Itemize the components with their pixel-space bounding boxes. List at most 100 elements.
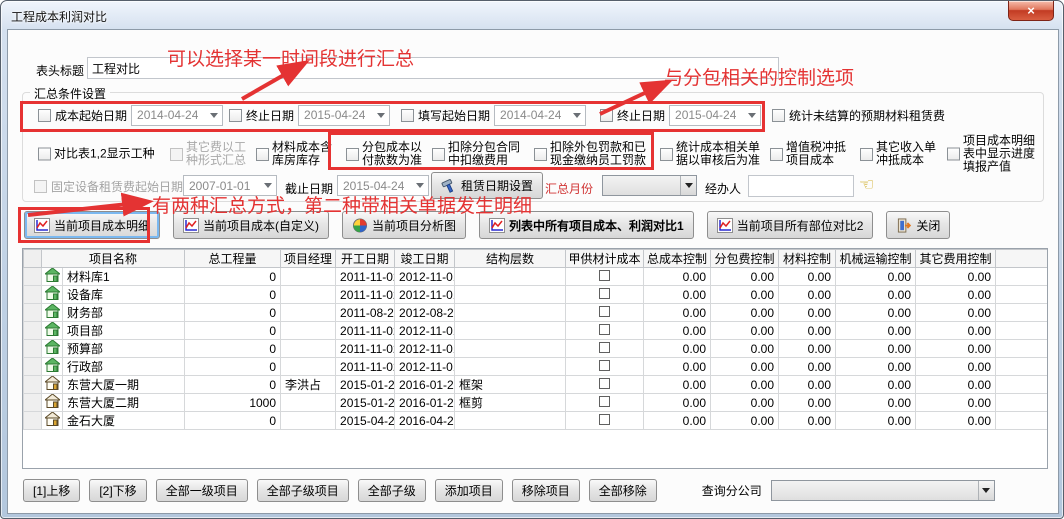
footer-button[interactable]: 添加项目 [435, 479, 503, 502]
footer-button[interactable]: [1]上移 [23, 479, 80, 502]
checkbox[interactable] [256, 148, 269, 161]
structure-cell [455, 286, 566, 304]
project-manager-cell: 李洪占 [281, 376, 336, 394]
checkbox[interactable] [772, 109, 785, 122]
control-value-cell: 0.00 [916, 376, 996, 394]
checkbox[interactable] [599, 306, 610, 317]
row-selector[interactable] [24, 376, 42, 394]
date-dropdown[interactable]: 2015-04-24 [669, 105, 761, 126]
footer-button[interactable]: 移除项目 [512, 479, 580, 502]
control-value-cell: 0.00 [644, 358, 711, 376]
table-row[interactable]: 材料库102011-11-022012-11-010.000.000.000.0… [24, 268, 1048, 286]
operator-input[interactable] [748, 175, 854, 197]
total-quantity-cell: 0 [185, 412, 281, 430]
grid-header-cell: 项目名称 [42, 250, 185, 268]
project-icon-cell [42, 412, 63, 430]
table-row[interactable]: 东营大厦一期0李洪占2015-01-242016-01-24框架0.000.00… [24, 376, 1048, 394]
header-title-label: 表头标题 [36, 62, 84, 79]
checkbox[interactable] [38, 148, 51, 161]
table-row[interactable]: 财务部02011-08-272012-08-260.000.000.000.00… [24, 304, 1048, 322]
checkbox[interactable] [599, 288, 610, 299]
checkbox[interactable] [401, 109, 414, 122]
date-filter: 填写起始日期2014-04-24 [401, 104, 586, 126]
end-date-cell: 2012-11-01 [395, 358, 455, 376]
fixed-rent-checkbox[interactable] [34, 180, 47, 193]
control-value-cell: 0.00 [711, 394, 779, 412]
footer-button[interactable]: 全部一级项目 [156, 479, 248, 502]
project-manager-cell [281, 322, 336, 340]
project-name-cell: 金石大厦 [63, 412, 185, 430]
row-selector[interactable] [24, 412, 42, 430]
footer-button[interactable]: 全部子级项目 [257, 479, 349, 502]
checkbox[interactable] [599, 270, 610, 281]
option-checkbox-row: 对比表1,2显示工种其它费以工 种形式汇总材料成本含 库房库存分包成本以 付款数… [8, 134, 1060, 174]
footer-button[interactable]: 全部移除 [589, 479, 657, 502]
row-selector[interactable] [24, 286, 42, 304]
checkbox[interactable] [599, 324, 610, 335]
checkbox[interactable] [38, 109, 51, 122]
table-row[interactable]: 行政部02011-11-022012-11-010.000.000.000.00… [24, 358, 1048, 376]
control-value-cell: 0.00 [644, 340, 711, 358]
control-value-cell: 0.00 [644, 304, 711, 322]
checkbox[interactable] [660, 148, 673, 161]
footer-button[interactable]: [2]下移 [89, 479, 146, 502]
row-selector[interactable] [24, 268, 42, 286]
toolbar-button-label: 关闭 [916, 217, 940, 234]
option-label: 扣除外包罚款和已 现金缴纳员工罚款 [550, 141, 646, 167]
toolbar-button[interactable]: 关闭 [886, 211, 950, 239]
label: 终止日期 [617, 107, 665, 124]
projects-grid: 项目名称总工程量项目经理开工日期竣工日期结构层数甲供材计成本总成本控制分包费控制… [22, 248, 1048, 469]
row-selector[interactable] [24, 304, 42, 322]
toolbar-button[interactable]: 当前项目成本明细 [24, 211, 160, 239]
row-selector[interactable] [24, 322, 42, 340]
row-selector[interactable] [24, 394, 42, 412]
control-value-cell: 0.00 [711, 286, 779, 304]
label: 统计未结算的预期材料租赁费 [789, 107, 945, 124]
checkbox[interactable] [599, 396, 610, 407]
checkbox[interactable] [599, 342, 610, 353]
end-date-cell: 2016-01-28 [395, 394, 455, 412]
checkbox[interactable] [229, 109, 242, 122]
grid-header-row: 项目名称总工程量项目经理开工日期竣工日期结构层数甲供材计成本总成本控制分包费控制… [24, 250, 1048, 268]
table-row[interactable]: 金石大厦02015-04-232016-04-220.000.000.000.0… [24, 412, 1048, 430]
project-name-cell: 财务部 [63, 304, 185, 322]
project-icon-cell [42, 376, 63, 394]
label: 填写起始日期 [418, 107, 490, 124]
checkbox[interactable] [599, 414, 610, 425]
table-row[interactable]: 项目部02011-11-022012-11-010.000.000.000.00… [24, 322, 1048, 340]
row-selector[interactable] [24, 340, 42, 358]
control-value-cell: 0.00 [836, 268, 916, 286]
end-date-cell: 2016-04-22 [395, 412, 455, 430]
house-icon [45, 286, 60, 300]
close-button[interactable]: × [1008, 1, 1054, 21]
checkbox[interactable] [860, 148, 873, 161]
project-icon-cell [42, 286, 63, 304]
branch-dropdown[interactable] [771, 480, 995, 501]
checkbox[interactable] [770, 148, 783, 161]
date-dropdown[interactable]: 2014-04-24 [131, 105, 223, 126]
control-value-cell: 0.00 [711, 376, 779, 394]
table-row[interactable]: 设备库02011-11-022012-11-010.000.000.000.00… [24, 286, 1048, 304]
checkbox[interactable] [346, 148, 359, 161]
total-quantity-cell: 0 [185, 268, 281, 286]
footer-button[interactable]: 全部子级 [358, 479, 426, 502]
checkbox[interactable] [947, 148, 960, 161]
checkbox[interactable] [599, 360, 610, 371]
option-checkbox-item: 统计成本相关单 据以审核后为准 [660, 141, 760, 167]
toolbar-button-label: 当前项目所有部位对比2 [737, 217, 864, 234]
chevron-down-icon [744, 113, 760, 118]
toolbar-button[interactable]: 当前项目所有部位对比2 [707, 211, 874, 239]
checkbox[interactable] [599, 378, 610, 389]
table-row[interactable]: 东营大厦二期10002015-01-282016-01-28框剪0.000.00… [24, 394, 1048, 412]
summary-month-dropdown[interactable] [602, 175, 697, 196]
row-selector[interactable] [24, 358, 42, 376]
date-dropdown[interactable]: 2015-04-24 [298, 105, 390, 126]
checkbox[interactable] [170, 148, 183, 161]
checkbox[interactable] [600, 109, 613, 122]
option-checkbox-item: 其它收入单 冲抵成本 [860, 141, 936, 167]
control-value-cell: 0.00 [916, 304, 996, 322]
table-row[interactable]: 预算部02011-11-022012-11-010.000.000.000.00… [24, 340, 1048, 358]
date-dropdown[interactable]: 2014-04-24 [494, 105, 586, 126]
checkbox[interactable] [432, 148, 445, 161]
checkbox[interactable] [534, 148, 547, 161]
